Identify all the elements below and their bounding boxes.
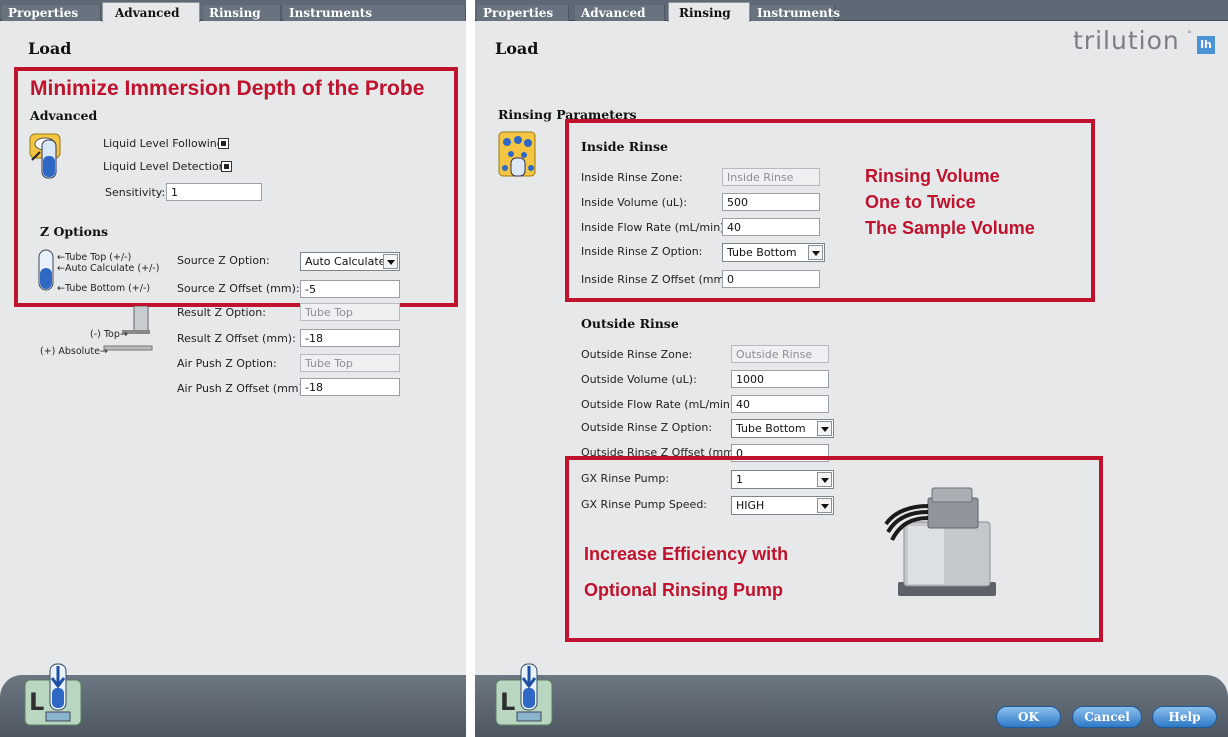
tab-rinsing[interactable]: Rinsing	[668, 2, 750, 22]
inside-rinse-z-offset-input[interactable]: 0	[722, 270, 820, 288]
left-dialog-panel: Properties Advanced Rinsing Instruments …	[0, 0, 466, 737]
air-push-z-offset-label: Air Push Z Offset (mm):	[177, 382, 307, 395]
tab-rinsing[interactable]: Rinsing	[203, 5, 281, 21]
sensitivity-input[interactable]: 1	[166, 183, 262, 201]
outside-rinse-zone-label: Outside Rinse Zone:	[581, 348, 693, 361]
diagram-top-label: (-) Top→	[90, 329, 128, 340]
outside-volume-label: Outside Volume (uL):	[581, 373, 697, 386]
sensitivity-label: Sensitivity:	[105, 186, 166, 199]
diagram-tube-bottom-label: ←Tube Bottom (+/-)	[57, 283, 151, 294]
right-tab-bar: Properties Advanced Rinsing Instruments	[475, 0, 1228, 22]
tab-advanced[interactable]: Advanced	[575, 5, 665, 21]
liquid-level-detection-checkbox[interactable]	[221, 161, 232, 172]
right-dialog-panel: Properties Advanced Rinsing Instruments …	[475, 0, 1228, 737]
tab-properties[interactable]: Properties	[477, 5, 569, 21]
inside-rinse-z-offset-label: Inside Rinse Z Offset (mm):	[581, 273, 733, 286]
diagram-absolute-label: (+) Absolute→	[40, 346, 108, 357]
result-z-option-label: Result Z Option:	[177, 306, 266, 319]
source-z-option-label: Source Z Option:	[177, 254, 270, 267]
outside-rinse-z-option-label: Outside Rinse Z Option:	[581, 421, 713, 434]
svg-text:L: L	[29, 688, 44, 716]
outside-volume-input[interactable]: 1000	[731, 370, 829, 388]
page-title: Load	[28, 39, 72, 58]
result-z-offset-label: Result Z Offset (mm):	[177, 332, 296, 345]
advanced-heading: Advanced	[30, 108, 98, 123]
inside-volume-input[interactable]: 500	[722, 193, 820, 211]
result-z-option-field: Tube Top	[300, 303, 400, 321]
inside-rinse-z-option-select[interactable]: Tube Bottom	[722, 243, 825, 262]
outside-flow-rate-input[interactable]: 40	[731, 395, 829, 413]
outside-rinse-heading: Outside Rinse	[581, 316, 679, 331]
chevron-down-icon[interactable]	[817, 472, 832, 487]
callout-rinsing-pump: Increase Efficiency with Optional Rinsin…	[584, 544, 789, 600]
tab-instruments[interactable]: Instruments	[751, 5, 840, 21]
liquid-level-following-label: Liquid Level Following	[103, 137, 224, 150]
cancel-button[interactable]: Cancel	[1072, 706, 1142, 728]
result-z-offset-input[interactable]: -18	[300, 329, 400, 347]
inside-rinse-heading: Inside Rinse	[581, 139, 668, 154]
trilution-logo: trilution ° lh	[1073, 26, 1223, 58]
load-method-icon: L	[24, 662, 82, 726]
svg-text:L: L	[500, 688, 515, 716]
air-push-z-option-label: Air Push Z Option:	[177, 357, 277, 370]
inside-flow-rate-label: Inside Flow Rate (mL/min):	[581, 221, 729, 234]
diagram-auto-calc-label: ←Auto Calculate (+/-)	[57, 263, 160, 274]
outside-rinse-zone-field: Outside Rinse	[731, 345, 829, 363]
gx-rinse-pump-select[interactable]: 1	[731, 470, 834, 489]
chevron-down-icon[interactable]	[808, 245, 823, 260]
z-options-heading: Z Options	[40, 224, 109, 239]
inside-rinse-zone-field: Inside Rinse	[722, 168, 820, 186]
page-title: Load	[495, 39, 539, 58]
chevron-down-icon[interactable]	[817, 498, 832, 513]
ok-button[interactable]: OK	[996, 706, 1061, 728]
air-push-z-offset-input[interactable]: -18	[300, 378, 400, 396]
gx-rinse-pump-speed-select[interactable]: HIGH	[731, 496, 834, 515]
chevron-down-icon[interactable]	[817, 421, 832, 436]
outside-flow-rate-label: Outside Flow Rate (mL/min):	[581, 398, 738, 411]
inside-volume-label: Inside Volume (uL):	[581, 196, 688, 209]
inside-rinse-z-option-label: Inside Rinse Z Option:	[581, 245, 703, 258]
air-push-z-option-field: Tube Top	[300, 354, 400, 372]
load-method-icon: L	[495, 662, 553, 726]
tab-advanced[interactable]: Advanced	[102, 2, 200, 22]
gx-rinse-pump-speed-label: GX Rinse Pump Speed:	[581, 498, 708, 511]
gx-rinse-pump-label: GX Rinse Pump:	[581, 472, 670, 485]
tab-instruments[interactable]: Instruments	[283, 5, 466, 21]
help-button[interactable]: Help	[1152, 706, 1217, 728]
liquid-level-following-checkbox[interactable]	[218, 138, 229, 149]
diagram-tube-top-label: ←Tube Top (+/-)	[57, 252, 132, 263]
left-tab-bar: Properties Advanced Rinsing Instruments	[0, 0, 466, 22]
rinse-pump-image	[880, 478, 1000, 602]
tab-properties[interactable]: Properties	[2, 5, 101, 21]
source-z-option-select[interactable]: Auto Calculate	[300, 252, 400, 271]
callout-immersion-depth: Minimize Immersion Depth of the Probe	[30, 77, 425, 100]
callout-rinsing-volume: Rinsing Volume One to Twice The Sample V…	[865, 166, 1035, 238]
inside-rinse-zone-label: Inside Rinse Zone:	[581, 171, 683, 184]
outside-rinse-z-option-select[interactable]: Tube Bottom	[731, 419, 834, 438]
source-z-offset-input[interactable]: -5	[300, 280, 400, 298]
source-z-offset-label: Source Z Offset (mm):	[177, 282, 300, 295]
liquid-level-detection-label: Liquid Level Detection	[103, 160, 226, 173]
rinse-droplets-icon	[497, 128, 539, 180]
liquid-level-icon	[28, 130, 68, 180]
inside-flow-rate-input[interactable]: 40	[722, 218, 820, 236]
chevron-down-icon[interactable]	[383, 254, 398, 269]
